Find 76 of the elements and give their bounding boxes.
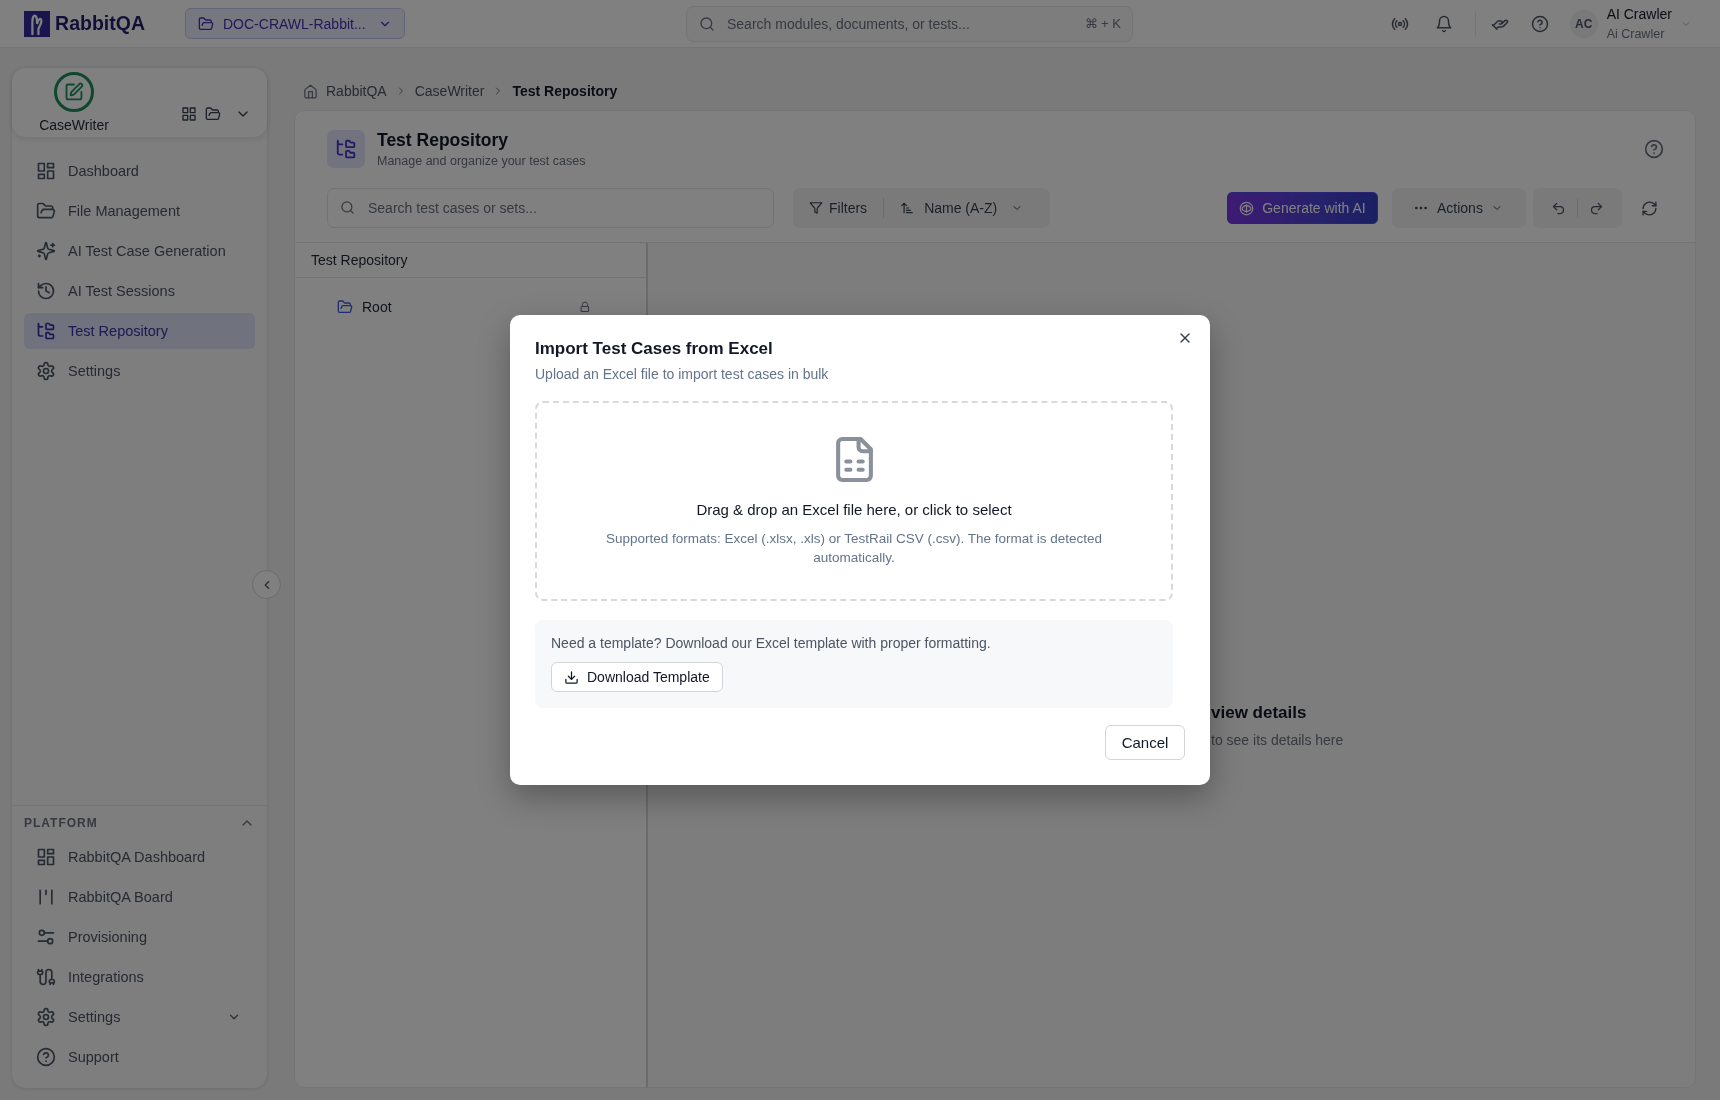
file-dropzone[interactable]: Drag & drop an Excel file here, or click to select Supported formats: Excel (.xlsx, .xls) or TestRail CSV (.csv). The format is detected automatically. (535, 401, 1173, 601)
sidebar-item[interactable]: Provisioning (24, 919, 255, 955)
breadcrumb-link[interactable]: RabbitQA (326, 83, 387, 99)
home-icon[interactable] (303, 83, 318, 99)
folder-icon (198, 15, 214, 32)
shortcut-hint: ⌘ + K (1084, 15, 1121, 32)
rabbit-logo-icon (24, 9, 51, 38)
user-subtitle: Ai Crawler (1606, 25, 1666, 42)
help-icon[interactable] (1530, 14, 1549, 33)
redo-icon[interactable] (1589, 200, 1604, 216)
sidebar-item[interactable]: Settings (24, 999, 255, 1035)
sidebar-item[interactable]: AI Test Sessions (24, 273, 255, 309)
undo-icon[interactable] (1551, 200, 1566, 216)
layout-icon (36, 847, 56, 867)
logo-text: RabbitQA (55, 12, 145, 35)
page-title: Test Repository (377, 129, 509, 151)
search-icon (340, 200, 355, 215)
folder-tree-icon (36, 321, 56, 341)
generate-ai-button[interactable]: Generate with AI (1227, 192, 1378, 224)
section-label: PLATFORM (24, 816, 98, 830)
empty-state-text: to see its details here (1211, 731, 1344, 750)
layout-icon (36, 161, 56, 181)
dialog-subtitle: Upload an Excel file to import test cases in bulk (535, 365, 830, 383)
breadcrumb-current: Test Repository (512, 83, 618, 99)
app-switcher[interactable]: CaseWriter (12, 68, 267, 137)
panel-title: Test Repository (311, 252, 408, 268)
filters-button[interactable]: Filters (809, 200, 868, 216)
download-icon (564, 669, 579, 685)
project-dropdown[interactable]: DOC-CRAWL-Rabbit... (185, 8, 405, 39)
sidebar-item[interactable]: RabbitQA Dashboard (24, 839, 255, 875)
sidebar-item[interactable]: Test Repository (24, 313, 255, 349)
document-icon (835, 437, 873, 482)
sidebar-item[interactable]: File Management (24, 193, 255, 229)
dialog-title: Import Test Cases from Excel (535, 338, 774, 360)
brain-icon (1239, 200, 1255, 216)
folder-tree-icon (327, 130, 365, 168)
sidebar-item[interactable]: Dashboard (24, 153, 255, 189)
dropzone-hint: Supported formats: Excel (.xlsx, .xls) or TestRail CSV (.csv). The format is detected automatically. (604, 530, 1104, 567)
sort-icon (900, 201, 915, 215)
help-icon[interactable] (1644, 139, 1664, 159)
notification-bell-icon[interactable] (1434, 14, 1453, 33)
help-icon (36, 1047, 56, 1067)
user-name: AI Crawler (1606, 5, 1672, 23)
page-subtitle: Manage and organize your test cases (377, 153, 586, 169)
download-template-button[interactable]: Download Template (551, 662, 723, 692)
sidebar-item[interactable]: RabbitQA Board (24, 879, 255, 915)
filter-icon (809, 201, 823, 215)
breadcrumb-link[interactable]: CaseWriter (414, 83, 485, 99)
search-icon (699, 15, 715, 32)
cancel-button[interactable]: Cancel (1105, 725, 1185, 760)
dropzone-prompt: Drag & drop an Excel file here, or click to select (696, 500, 1012, 520)
columns-icon (36, 887, 56, 907)
history-icon (36, 281, 56, 301)
actions-button[interactable]: Actions (1392, 188, 1526, 228)
tree-item[interactable]: Root (295, 292, 646, 322)
grid-icon[interactable] (181, 106, 197, 122)
folder-icon (337, 299, 353, 315)
settings-icon (36, 361, 56, 381)
edit-icon (54, 72, 94, 112)
sidebar-item[interactable]: Support (24, 1039, 255, 1075)
folder-icon (36, 201, 56, 221)
template-hint: Need a template? Download our Excel template with proper formatting. (551, 634, 991, 652)
cable-icon (36, 967, 56, 987)
settings-icon (36, 1007, 56, 1027)
folder-icon[interactable] (205, 106, 221, 122)
sidebar-item[interactable]: Settings (24, 353, 255, 389)
sidebar-item[interactable]: Integrations (24, 959, 255, 995)
sliders-icon (36, 927, 56, 947)
sparkle-icon (36, 241, 56, 261)
sidebar-item[interactable]: AI Test Case Generation (24, 233, 255, 269)
user-avatar[interactable]: AC (1569, 9, 1598, 38)
refresh-icon[interactable] (1641, 199, 1658, 217)
sort-button[interactable]: Name (A-Z) (900, 200, 1024, 216)
app-name: CaseWriter (39, 117, 109, 133)
empty-state-title: view details (1211, 702, 1307, 724)
search-field[interactable]: Search test cases or sets... (327, 188, 774, 228)
